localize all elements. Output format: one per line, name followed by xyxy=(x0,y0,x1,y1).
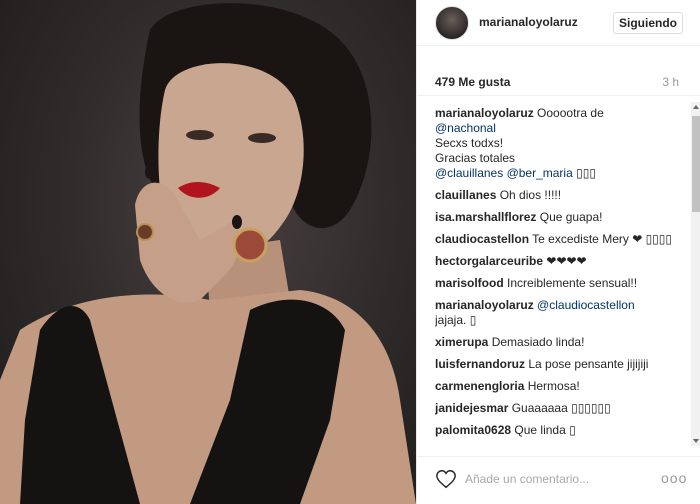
caption-mention[interactable]: @nachonal xyxy=(435,121,496,135)
comment-item: isa.marshallflorez Que guapa! xyxy=(435,210,685,225)
caption-mention[interactable]: @clauillanes xyxy=(435,166,503,180)
caption-text: Secxs todxs! xyxy=(435,136,504,150)
comment-username[interactable]: claudiocastellon xyxy=(435,232,529,246)
comment-username[interactable]: clauillanes xyxy=(435,188,496,202)
comment-item: clauillanes Oh dios !!!!! xyxy=(435,188,685,203)
comment-text: jajaja. ▯ xyxy=(435,313,477,327)
comment-text: Demasiado linda! xyxy=(491,335,585,349)
comment-text: Hermosa! xyxy=(527,379,580,393)
comment-text: Que linda ▯ xyxy=(514,423,576,437)
comment-item: hectorgalarceuribe ❤❤❤❤ xyxy=(435,254,685,269)
caption-mention[interactable]: @ber_maria xyxy=(507,166,573,180)
header-username[interactable]: marianaloyolaruz xyxy=(479,15,578,29)
comment-username[interactable]: luisfernandoruz xyxy=(435,357,525,371)
comment-item: ximerupa Demasiado linda! xyxy=(435,335,685,350)
post-header: marianaloyolaruz Siguiendo xyxy=(417,0,700,46)
comments-scrollbar[interactable] xyxy=(691,102,700,446)
comment-item: luisfernandoruz La pose pensante jijijij… xyxy=(435,357,685,372)
comment-username[interactable]: palomita0628 xyxy=(435,423,511,437)
comment-username[interactable]: isa.marshallflorez xyxy=(435,210,536,224)
comment-item: carmenengloria Hermosa! xyxy=(435,379,685,394)
comment-username[interactable]: marisolfood xyxy=(435,276,504,290)
heart-icon[interactable] xyxy=(435,468,457,490)
scroll-up-arrow-icon[interactable] xyxy=(693,105,699,109)
post-side-panel: marianaloyolaruz Siguiendo 479 Me gusta … xyxy=(416,0,700,504)
comment-item: claudiocastellon Te excediste Mery ❤ ▯▯▯… xyxy=(435,232,685,247)
likes-row: 479 Me gusta 3 h xyxy=(417,66,700,96)
comment-username[interactable]: janidejesmar xyxy=(435,401,508,415)
comment-item: marianaloyolaruz @claudiocastellon jajaj… xyxy=(435,298,685,328)
likes-count[interactable]: 479 Me gusta xyxy=(435,75,510,89)
caption-emoji: ▯▯▯ xyxy=(576,166,596,180)
comment-text: Increiblemente sensual!! xyxy=(507,276,638,290)
comment-text: Oh dios !!!!! xyxy=(499,188,562,202)
comment-item: marisolfood Increiblemente sensual!! xyxy=(435,276,685,291)
caption: marianaloyolaruz Oooootra de @nachonal S… xyxy=(435,106,685,181)
comment-text: Guaaaaaa ▯▯▯▯▯▯ xyxy=(511,401,611,415)
scroll-thumb[interactable] xyxy=(692,116,700,212)
more-options-icon[interactable]: ooo xyxy=(661,470,687,486)
comment-username[interactable]: ximerupa xyxy=(435,335,488,349)
caption-username[interactable]: marianaloyolaruz xyxy=(435,106,534,120)
comment-input[interactable] xyxy=(465,469,645,489)
woman-portrait-image xyxy=(0,3,416,504)
comment-username[interactable]: carmenengloria xyxy=(435,379,524,393)
comment-text: Te excediste Mery ❤ ▯▯▯▯ xyxy=(532,232,672,246)
comment-text: La pose pensante jijijiji xyxy=(528,357,649,371)
post-time[interactable]: 3 h xyxy=(662,75,679,89)
comment-text: ❤❤❤❤ xyxy=(546,254,587,268)
comment-footer: ooo xyxy=(417,456,700,504)
post-photo[interactable] xyxy=(0,0,416,504)
comment-item: janidejesmar Guaaaaaa ▯▯▯▯▯▯ xyxy=(435,401,685,416)
comment-username[interactable]: marianaloyolaruz xyxy=(435,298,534,312)
comment-item: palomita0628 Que linda ▯ xyxy=(435,423,685,438)
scroll-down-arrow-icon[interactable] xyxy=(693,439,699,443)
comment-mention[interactable]: @claudiocastellon xyxy=(537,298,635,312)
caption-text: Oooootra de xyxy=(537,106,604,120)
following-button[interactable]: Siguiendo xyxy=(613,12,683,34)
comment-username[interactable]: hectorgalarceuribe xyxy=(435,254,543,268)
comment-text: Que guapa! xyxy=(539,210,603,224)
caption-text: Gracias totales xyxy=(435,151,516,165)
avatar[interactable] xyxy=(435,6,469,40)
comments-list: marianaloyolaruz Oooootra de @nachonal S… xyxy=(435,106,685,446)
